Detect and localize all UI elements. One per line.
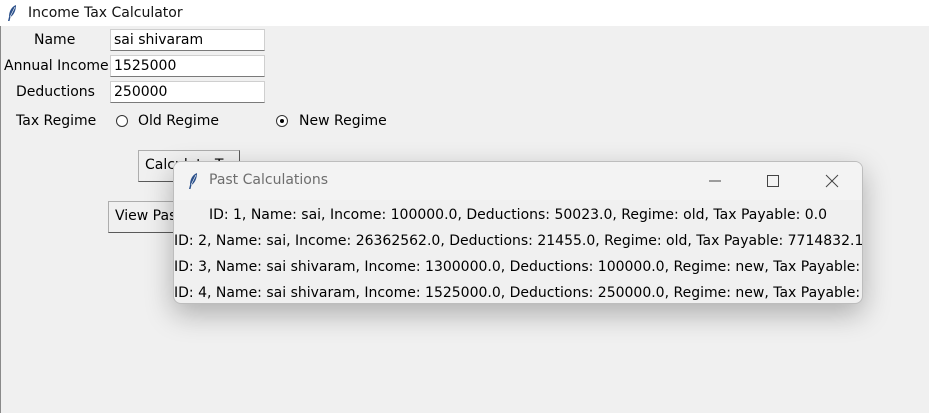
name-label: Name xyxy=(34,32,76,48)
window-title: Income Tax Calculator xyxy=(28,5,183,21)
new-regime-radio[interactable] xyxy=(276,115,288,127)
maximize-icon[interactable] xyxy=(763,171,783,191)
tax-regime-label: Tax Regime xyxy=(16,113,97,129)
past-calculations-window: Past Calculations ID: 1, Name: sai, Inco… xyxy=(173,161,863,304)
name-input[interactable]: sai shivaram xyxy=(110,29,265,51)
annual-income-input[interactable]: 1525000 xyxy=(110,55,265,77)
new-regime-label[interactable]: New Regime xyxy=(299,113,387,129)
record-row: ID: 4, Name: sai shivaram, Income: 15250… xyxy=(174,285,863,301)
close-icon[interactable] xyxy=(822,171,842,191)
popup-titlebar[interactable]: Past Calculations xyxy=(174,162,862,200)
feather-icon xyxy=(8,5,16,21)
records-list: ID: 1, Name: sai, Income: 100000.0, Dedu… xyxy=(174,202,863,303)
annual-income-label: Annual Income xyxy=(4,58,109,74)
old-regime-radio[interactable] xyxy=(116,115,128,127)
feather-icon xyxy=(189,173,197,189)
record-row: ID: 3, Name: sai shivaram, Income: 13000… xyxy=(174,259,863,275)
deductions-label: Deductions xyxy=(16,84,95,100)
record-row: ID: 2, Name: sai, Income: 26362562.0, De… xyxy=(174,233,863,249)
record-row: ID: 1, Name: sai, Income: 100000.0, Dedu… xyxy=(208,207,828,223)
old-regime-label[interactable]: Old Regime xyxy=(138,113,219,129)
window-titlebar: Income Tax Calculator xyxy=(0,0,929,26)
calculate-tax-button-label: Calc xyxy=(145,157,175,173)
view-past-button-label: View Pas xyxy=(115,208,177,224)
popup-title: Past Calculations xyxy=(209,172,329,188)
window-border xyxy=(0,26,1,413)
minimize-icon[interactable] xyxy=(705,171,725,191)
deductions-input[interactable]: 250000 xyxy=(110,81,265,103)
